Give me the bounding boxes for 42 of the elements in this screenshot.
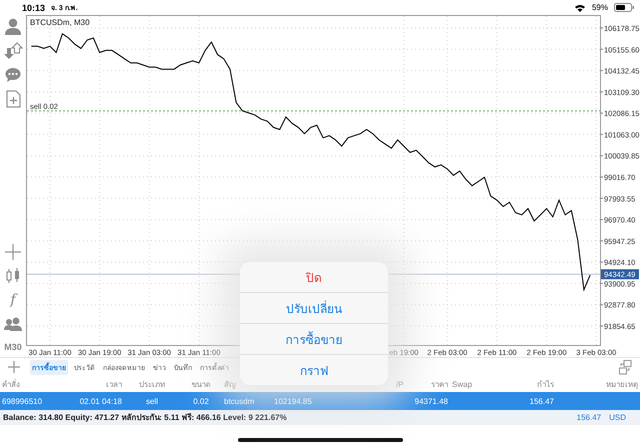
table-cell-text: 94371.48 (414, 396, 449, 406)
column-header: สัญ (223, 378, 237, 390)
column-header: กำไร (536, 378, 555, 390)
table-cell-text: sell (144, 396, 159, 406)
column-header: Swap (451, 380, 474, 388)
clock-time: 10:13 (22, 2, 46, 12)
column-header: คำสั่ง (1, 378, 21, 390)
candles-icon[interactable] (6, 268, 20, 284)
chat-icon[interactable] (5, 67, 21, 82)
menu-item[interactable]: การซื้อขาย (240, 323, 388, 354)
total-profit: 156.47 (576, 413, 602, 422)
chart-title: BTCUSDm, M30 (30, 18, 90, 27)
column-header: ราคา (430, 378, 449, 390)
wifi-icon (574, 3, 586, 12)
timeframe-label[interactable]: M30 (4, 342, 22, 352)
table-row[interactable]: 698996510 02.01 04:18 sell 0.02 btcusdm 102194.85 94371.48 156.47 (0, 392, 640, 410)
menu-item[interactable]: ปิด (240, 262, 388, 292)
account-summary: Balance: 314.80 Equity: 471.27 หลักประกัน: 5.11 ฟรี: 466.16 Level: 9 221.67% (3, 412, 287, 424)
plus-icon[interactable] (8, 361, 20, 373)
document-plus-icon[interactable] (6, 90, 20, 108)
menu-item[interactable]: กราฟ (240, 354, 388, 385)
table-cell-text: 102194.85 (273, 396, 313, 406)
table-cell-text: 698996510 (1, 396, 44, 406)
table-cell-text: 02.01 04:18 (78, 396, 123, 406)
menu-item[interactable]: ปรับเปลี่ยน (240, 292, 388, 323)
person-icon[interactable] (4, 18, 22, 35)
battery-percent: 59% (592, 3, 608, 12)
layout-icon[interactable] (619, 360, 632, 374)
battery-icon (614, 3, 634, 12)
currency-label: USD (609, 413, 626, 422)
arrows-icon[interactable] (4, 42, 22, 59)
function-button[interactable]: f (10, 292, 16, 308)
column-header: เวลา (105, 378, 123, 390)
people-icon[interactable] (4, 316, 22, 331)
table-cell-text: 156.47 (528, 396, 555, 406)
crosshair-icon[interactable] (5, 244, 21, 260)
column-header: /P (395, 380, 405, 388)
column-header: ประเภท (138, 378, 166, 390)
table-cell-text: 0.02 (192, 396, 210, 406)
table-cell-text: btcusdm (223, 396, 256, 406)
column-header: หมายเหตุ (605, 378, 639, 390)
column-header: ขนาด (190, 378, 212, 390)
